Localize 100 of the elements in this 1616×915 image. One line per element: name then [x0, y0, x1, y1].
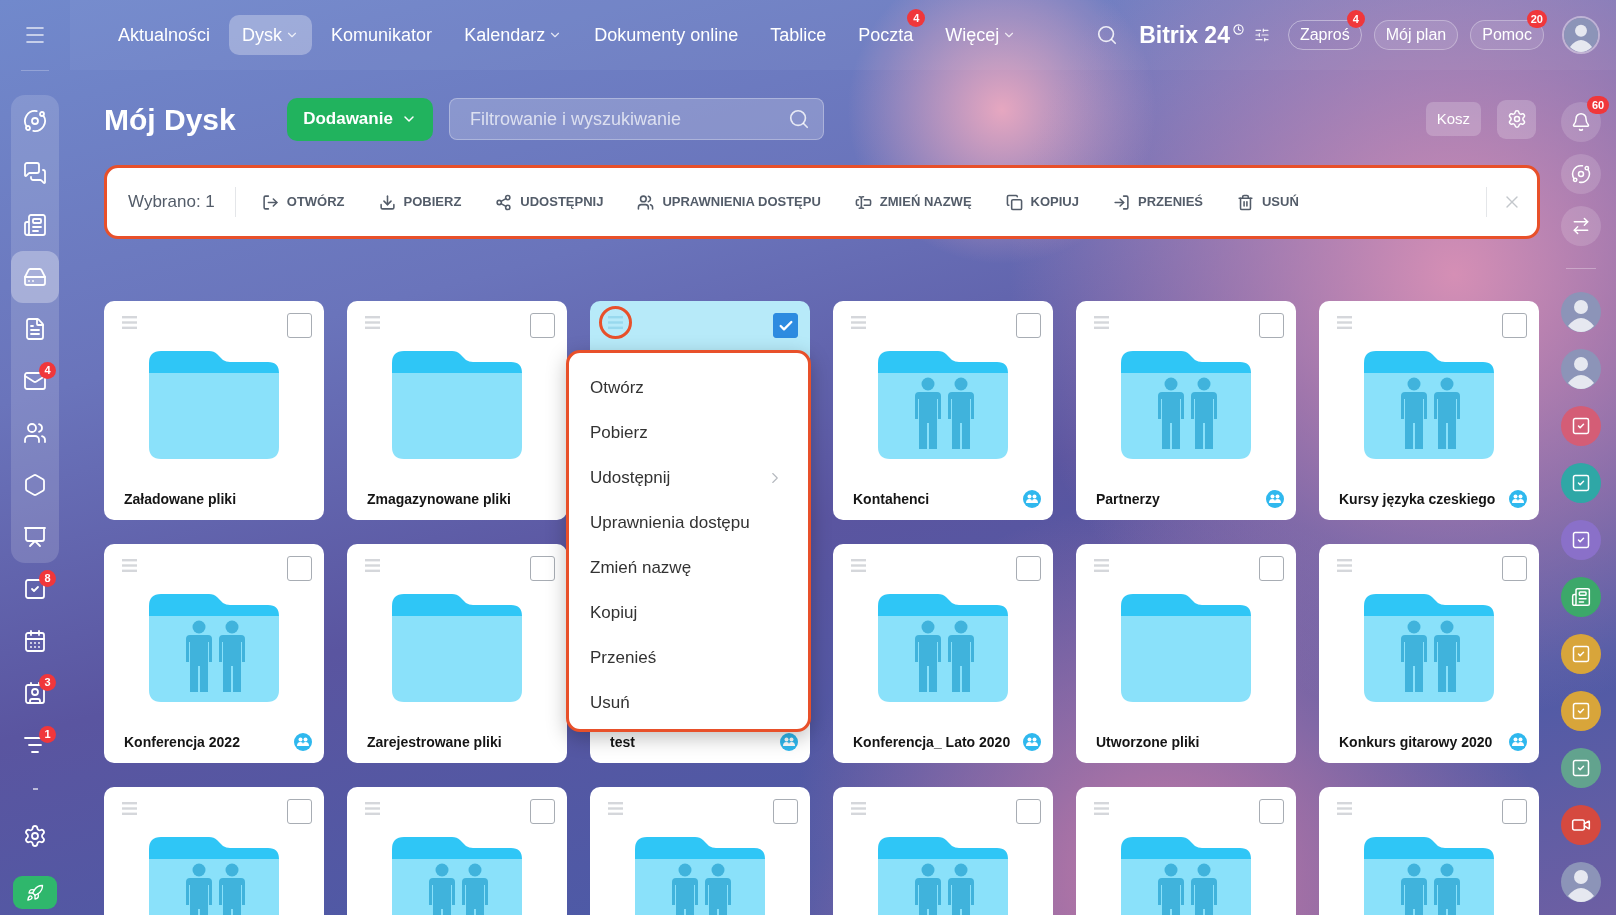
launch-button[interactable] — [13, 876, 57, 909]
folder-card[interactable]: Kontahenci — [833, 301, 1053, 520]
avatar-button[interactable] — [1561, 348, 1601, 389]
folder-name: Zmagazynowane pliki — [367, 491, 511, 507]
checkbox[interactable] — [1502, 799, 1527, 824]
checkbox[interactable] — [530, 799, 555, 824]
checkbox[interactable] — [530, 313, 555, 338]
toolbar-button[interactable]: USUŃ — [1237, 192, 1299, 212]
folder-name: Konkurs gitarowy 2020 — [1339, 734, 1493, 750]
nav-tab[interactable]: Komunikator — [318, 15, 446, 55]
orbit-icon — [23, 109, 47, 133]
checkbox[interactable] — [1259, 556, 1284, 581]
folder-card[interactable]: Konferencja 2022 — [104, 544, 324, 763]
folder-card[interactable]: Konkurs gitarowy 2020 — [1319, 544, 1539, 763]
menu-item[interactable]: Kopiuj — [569, 590, 808, 635]
orbit-icon — [1571, 164, 1591, 184]
avatar-button[interactable] — [1561, 861, 1601, 902]
menu-item[interactable]: Usuń — [569, 680, 808, 725]
checkbox[interactable] — [773, 313, 798, 338]
folder-card[interactable]: Partnerzy — [1076, 301, 1296, 520]
avatar-button[interactable] — [1561, 291, 1601, 332]
checkbox[interactable] — [287, 313, 312, 338]
checkbox[interactable] — [1016, 313, 1041, 338]
sidebar-circle-button[interactable] — [1561, 690, 1601, 731]
drag-handle-icon — [608, 802, 623, 815]
copy-icon — [1005, 193, 1023, 211]
drag-handle-icon — [365, 802, 380, 815]
search-icon — [1096, 24, 1119, 46]
folder-icon — [149, 351, 279, 459]
sidebar-circle-button[interactable] — [1561, 519, 1601, 560]
drag-handle-icon — [1094, 802, 1109, 815]
menu-item[interactable]: Otwórz — [569, 365, 808, 410]
folder-card[interactable]: Konferencja_ Lato 2020 — [833, 544, 1053, 763]
folder-card[interactable]: Utworzone pliki — [1076, 544, 1296, 763]
check-square-icon — [23, 577, 47, 601]
check-square-icon — [1571, 529, 1591, 550]
checkbox[interactable] — [773, 799, 798, 824]
settings-button[interactable] — [1497, 99, 1536, 139]
sidebar-item[interactable] — [11, 251, 59, 303]
nav-tab[interactable]: Aktualności — [105, 15, 224, 55]
folder-card[interactable]: Zmagazynowane pliki — [347, 301, 567, 520]
sidebar-circle-button[interactable] — [1561, 154, 1601, 194]
checkbox[interactable] — [287, 799, 312, 824]
check-square-icon — [1571, 700, 1591, 721]
checkbox[interactable] — [1016, 556, 1041, 581]
download-icon — [378, 193, 396, 211]
toolbar-button[interactable]: PRZENIEŚ — [1112, 192, 1203, 212]
folder-card[interactable]: Załadowane pliki — [104, 301, 324, 520]
people-folder-icon — [149, 837, 279, 915]
toolbar-button[interactable]: KOPIUJ — [1005, 192, 1079, 212]
nav-tab[interactable]: Tablice — [757, 15, 840, 55]
people-folder-icon — [635, 837, 765, 915]
toolbar-button[interactable]: ZMIEŃ NAZWĘ — [854, 192, 972, 212]
sidebar-circle-button[interactable] — [1561, 747, 1601, 788]
contact-card-icon — [23, 681, 47, 705]
folder-card[interactable]: Kursy języka czeskiego — [1319, 301, 1539, 520]
menu-item[interactable]: Pobierz — [569, 410, 808, 455]
folder-icon — [392, 594, 522, 702]
sidebar-circle-button[interactable] — [1561, 633, 1601, 674]
nav-tab[interactable]: Kalendarz — [451, 15, 576, 55]
toolbar-button[interactable]: POBIERZ — [378, 192, 462, 212]
settings-toggle-button[interactable] — [1253, 27, 1270, 43]
menu-item[interactable]: Przenieś — [569, 635, 808, 680]
folder-name: Konferencja 2022 — [124, 734, 240, 750]
checkbox[interactable] — [1502, 556, 1527, 581]
people-folder-icon — [392, 837, 522, 915]
presentation-board-icon — [23, 525, 47, 549]
toolbar-button[interactable]: UDOSTĘPNIJ — [495, 192, 604, 212]
toolbar-button[interactable]: UPRAWNIENIA DOSTĘPU — [637, 192, 821, 212]
page-title: Mój Dysk — [104, 101, 237, 138]
logo-text: Bitrix 24 — [1139, 21, 1230, 49]
checkbox[interactable] — [287, 556, 312, 581]
count-badge: 4 — [907, 9, 926, 27]
people-icon — [637, 193, 655, 211]
menu-item[interactable]: Uprawnienia dostępu — [569, 500, 808, 545]
sidebar-circle-button[interactable] — [1561, 804, 1601, 845]
nav-tab[interactable]: Dokumenty online — [581, 15, 752, 55]
toolbar-button[interactable]: OTWÓRZ — [261, 192, 345, 212]
checkbox[interactable] — [1259, 799, 1284, 824]
checkbox[interactable] — [1016, 799, 1041, 824]
people-badge-icon — [1509, 490, 1527, 508]
checkbox[interactable] — [530, 556, 555, 581]
checkbox[interactable] — [1259, 313, 1284, 338]
people-badge-icon — [294, 733, 312, 751]
menu-item[interactable]: Udostępnij — [569, 455, 808, 500]
checkbox[interactable] — [1502, 313, 1527, 338]
drag-handle-icon — [851, 802, 866, 815]
drag-handle-icon — [122, 559, 137, 572]
drag-handle-icon — [1337, 316, 1352, 329]
count-badge: 1 — [39, 726, 56, 743]
sidebar-circle-button[interactable] — [1561, 405, 1601, 446]
folder-icon — [392, 351, 522, 459]
drag-handle-icon — [365, 559, 380, 572]
check-square-icon — [1571, 472, 1591, 493]
folder-card[interactable]: Zarejestrowane pliki — [347, 544, 567, 763]
sidebar-circle-button[interactable] — [1561, 462, 1601, 503]
sidebar-circle-button[interactable] — [1561, 206, 1601, 246]
menu-item[interactable]: Zmień nazwę — [569, 545, 808, 590]
sidebar-circle-button[interactable] — [1561, 576, 1601, 617]
folder-name: test — [610, 734, 635, 750]
